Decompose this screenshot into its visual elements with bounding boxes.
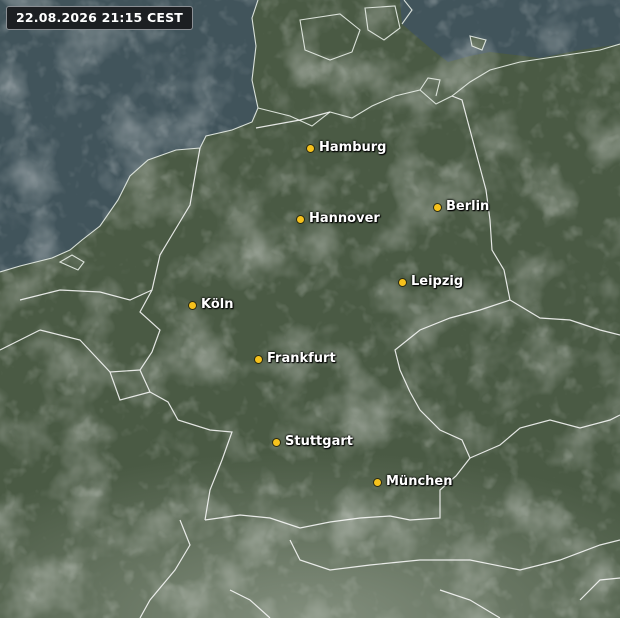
timestamp-badge: 22.08.2026 21:15 CEST	[6, 6, 194, 30]
city-dot-icon	[433, 203, 442, 212]
satellite-background	[0, 0, 620, 618]
city-label: Köln	[201, 297, 234, 312]
city-label: Frankfurt	[267, 351, 336, 366]
city-label: Hamburg	[319, 140, 387, 155]
city-label: Berlin	[446, 199, 490, 214]
city-dot-icon	[296, 215, 305, 224]
city-label: München	[386, 474, 453, 489]
city-dot-icon	[272, 438, 281, 447]
city-dot-icon	[306, 144, 315, 153]
city-dot-icon	[188, 301, 197, 310]
city-label: Hannover	[309, 211, 380, 226]
satellite-map[interactable]: 22.08.2026 21:15 CEST Hamburg Berlin Han…	[0, 0, 620, 618]
city-dot-icon	[373, 478, 382, 487]
city-label: Leipzig	[411, 274, 464, 289]
city-dot-icon	[398, 278, 407, 287]
city-dot-icon	[254, 355, 263, 364]
city-label: Stuttgart	[285, 434, 353, 449]
